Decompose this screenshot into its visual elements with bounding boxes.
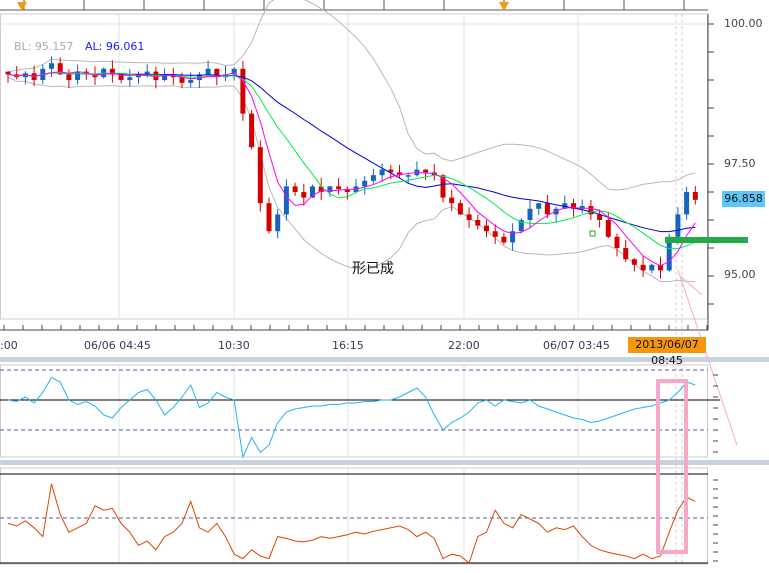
candle-body [379,169,385,176]
current-price-label: 96.858 [722,191,765,207]
candle-body [275,214,281,232]
candle-body [675,214,681,237]
candle-body [492,231,498,237]
candle-body [240,68,246,114]
pattern-annotation: 形已成 [352,261,394,277]
candle-body [614,236,620,248]
candle-body [544,203,550,215]
candle-body [362,180,368,187]
time-label: 22:00 [448,339,480,352]
candle-body [484,225,489,232]
time-label: 06/07 03:45 [543,339,610,352]
time-label: 16:15 [332,339,364,352]
candle-body [536,203,542,209]
support-zone-bar [665,237,748,243]
candle-body [66,74,72,80]
candle-body [623,248,629,260]
time-label: 06/06 04:45 [84,339,151,352]
candle-body [449,197,455,204]
candle-body [205,68,211,75]
price-label-97-5: 97.50 [724,157,756,170]
candle-body [466,214,472,220]
candle-body [684,192,690,215]
candle-body [649,264,655,271]
legend-bl: BL: 95.157 [14,40,74,53]
candle-body [283,186,289,215]
candle-body [266,203,272,232]
candle-body [127,77,133,80]
chart-canvas[interactable] [0,0,769,573]
candle-body [605,220,611,237]
candle-body [475,220,481,226]
candle-body [249,113,255,148]
candle-body [423,169,429,173]
candle-body [457,203,463,215]
candle-body [405,175,411,177]
candle-body [692,192,698,200]
candle-body [188,80,194,83]
candle-body [370,175,376,181]
candle-body [257,147,263,204]
candle-body [153,71,159,80]
candle-body [336,186,342,190]
candle-body [49,63,54,69]
chart-window: BL: 95.157 AL: 96.061 100.00 97.50 95.00… [0,0,769,573]
candle-body [501,236,507,243]
candle-body [292,186,298,192]
candle-body [301,192,307,198]
candle-body [588,206,594,215]
time-label: 10:30 [218,339,250,352]
candle-body [75,71,81,80]
legend-al: AL: 96.061 [85,40,145,53]
pane-divider [0,460,769,465]
price-label-100: 100.00 [724,17,763,30]
time-label: :00 [0,339,18,352]
candle-body [640,264,646,271]
price-label-95: 95.00 [724,268,756,281]
candle-body [631,259,637,265]
current-time-label: 2013/06/07 08:45 [628,337,706,367]
candle-body [527,208,533,220]
candle-body [5,71,11,75]
